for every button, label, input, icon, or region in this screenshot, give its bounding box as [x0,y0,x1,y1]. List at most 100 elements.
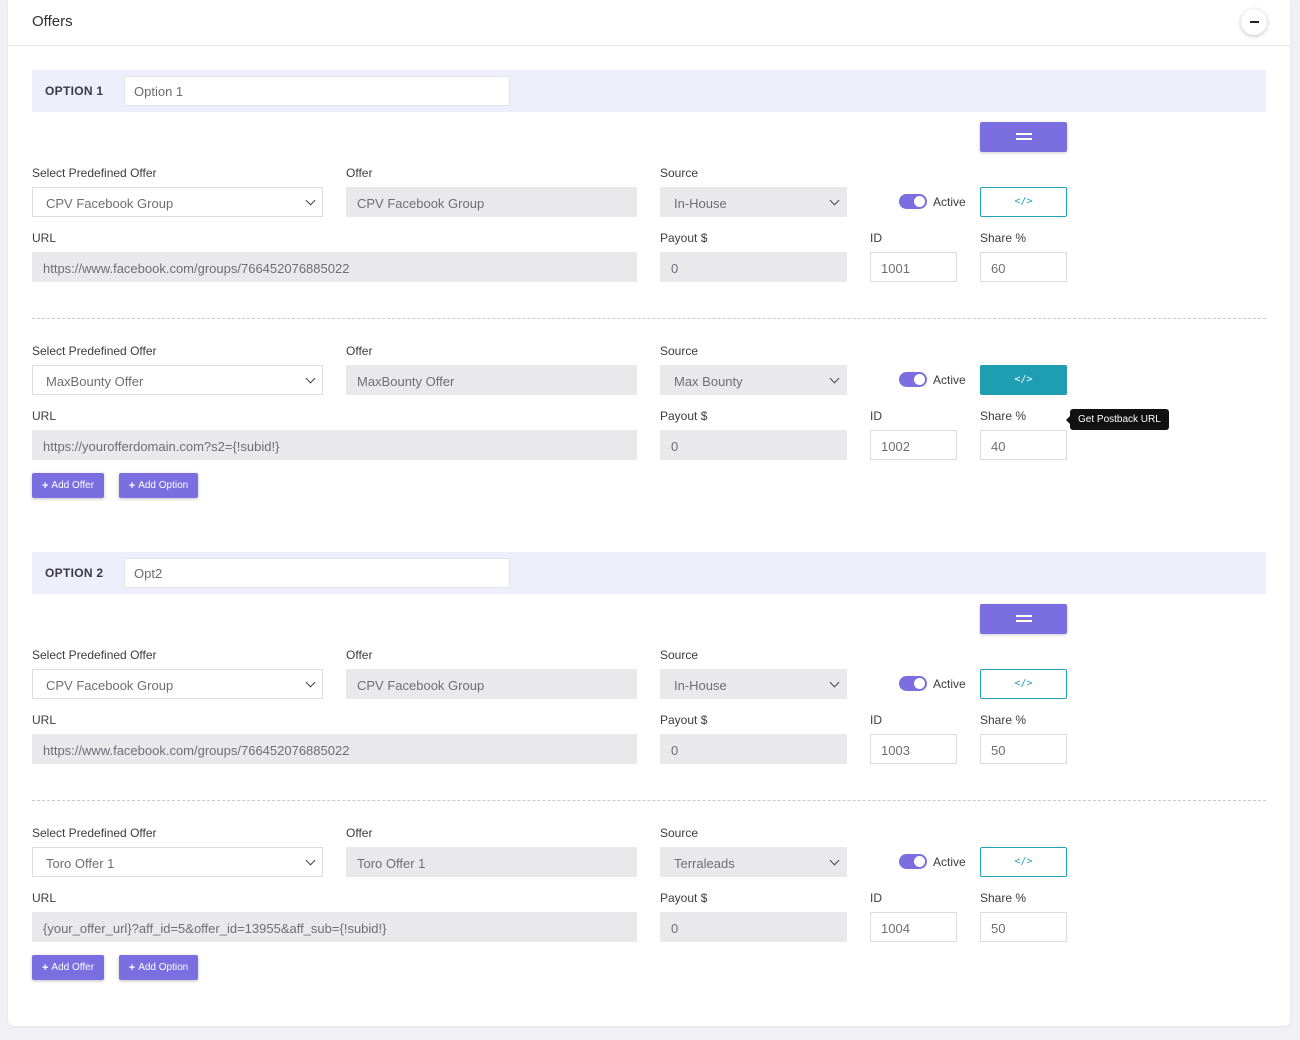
predefined-offer-select[interactable]: MaxBounty Offer [32,365,323,395]
active-label: Active [933,373,966,387]
add-offer-label: Add Offer [51,480,95,491]
card-header: Offers [8,0,1290,46]
active-label: Active [933,195,966,209]
plus-icon: + [41,961,49,974]
payout-field-value: 0 [671,921,679,936]
select-offer-label: Select Predefined Offer [32,344,157,358]
payout-field-value: 0 [671,261,679,276]
url-label: URL [32,231,57,245]
postback-tooltip: Get Postback URL [1066,409,1169,430]
add-option-button[interactable]: + Add Option [119,473,198,498]
share-label: Share % [980,713,1027,727]
id-field-value: 1004 [881,921,910,936]
offer-name-field: CPV Facebook Group [346,669,637,699]
share-field[interactable]: 50 [980,734,1067,764]
payout-field: 0 [660,912,847,942]
add-option-button[interactable]: + Add Option [119,955,198,980]
card-title: Offers [32,13,73,30]
select-offer-label: Select Predefined Offer [32,166,157,180]
add-offer-button[interactable]: + Add Offer [32,955,104,980]
select-offer-label: Select Predefined Offer [32,826,157,840]
share-field[interactable]: 50 [980,912,1067,942]
source-label: Source [660,826,699,840]
option-bar: OPTION 2 Opt2 [32,552,1266,594]
predefined-offer-select[interactable]: Toro Offer 1 [32,847,323,877]
id-label: ID [870,891,882,905]
id-field[interactable]: 1004 [870,912,957,942]
offer-label: Offer [346,344,373,358]
id-label: ID [870,409,882,423]
select-offer-label: Select Predefined Offer [32,648,157,662]
chevron-down-icon [829,855,840,866]
add-offer-button[interactable]: + Add Offer [32,473,104,498]
active-toggle[interactable] [899,854,927,869]
option-name-input[interactable]: Opt2 [124,558,510,588]
payout-label: Payout $ [660,409,708,423]
source-label: Source [660,648,699,662]
id-label: ID [870,713,882,727]
share-field-value: 40 [991,439,1006,454]
url-label: URL [32,713,57,727]
share-label: Share % [980,409,1027,423]
share-field[interactable]: 60 [980,252,1067,282]
option-label: OPTION 2 [45,566,104,580]
source-select[interactable]: In-House [660,187,847,217]
source-select-value: In-House [674,196,727,211]
postback-url-button[interactable]: </> [980,187,1067,217]
predefined-offer-select-value: Toro Offer 1 [46,856,115,871]
share-label: Share % [980,891,1027,905]
chevron-down-icon [829,373,840,384]
id-field-value: 1001 [881,261,910,276]
share-field[interactable]: 40 [980,430,1067,460]
drag-handle-button[interactable] [980,122,1067,152]
option-label: OPTION 1 [45,84,104,98]
predefined-offer-select[interactable]: CPV Facebook Group [32,669,323,699]
id-field[interactable]: 1003 [870,734,957,764]
url-field-value: https://www.facebook.com/groups/76645207… [43,743,350,758]
active-toggle[interactable] [899,372,927,387]
url-field: https://www.facebook.com/groups/76645207… [32,252,637,282]
payout-field: 0 [660,252,847,282]
source-select-value: Terraleads [674,856,735,871]
payout-field-value: 0 [671,439,679,454]
payout-field: 0 [660,430,847,460]
url-label: URL [32,409,57,423]
drag-icon-line [1016,138,1032,140]
offer-name-field-value: MaxBounty Offer [357,374,455,389]
offer-label: Offer [346,826,373,840]
predefined-offer-select[interactable]: CPV Facebook Group [32,187,323,217]
payout-field-value: 0 [671,743,679,758]
source-select[interactable]: Terraleads [660,847,847,877]
id-field[interactable]: 1002 [870,430,957,460]
chevron-down-icon [305,677,316,688]
predefined-offer-select-value: CPV Facebook Group [46,196,174,211]
active-toggle[interactable] [899,676,927,691]
plus-icon: + [128,479,136,492]
drag-handle-button[interactable] [980,604,1067,634]
add-option-label: Add Option [138,480,189,491]
chevron-down-icon [305,195,316,206]
collapse-button[interactable] [1241,9,1267,35]
share-field-value: 50 [991,921,1006,936]
predefined-offer-select-value: CPV Facebook Group [46,678,174,693]
predefined-offer-select-value: MaxBounty Offer [46,374,144,389]
postback-url-button[interactable]: </> [980,365,1067,395]
id-field[interactable]: 1001 [870,252,957,282]
source-label: Source [660,344,699,358]
postback-url-button[interactable]: </> [980,847,1067,877]
payout-label: Payout $ [660,891,708,905]
payout-label: Payout $ [660,231,708,245]
chevron-down-icon [829,195,840,206]
source-select[interactable]: In-House [660,669,847,699]
source-select-value: In-House [674,678,727,693]
active-label: Active [933,855,966,869]
postback-url-button[interactable]: </> [980,669,1067,699]
active-label: Active [933,677,966,691]
plus-icon: + [41,479,49,492]
option-name-input[interactable]: Option 1 [124,76,510,106]
source-select[interactable]: Max Bounty [660,365,847,395]
active-toggle[interactable] [899,194,927,209]
url-field: https://www.facebook.com/groups/76645207… [32,734,637,764]
offer-divider [32,800,1266,801]
offer-divider [32,318,1266,319]
